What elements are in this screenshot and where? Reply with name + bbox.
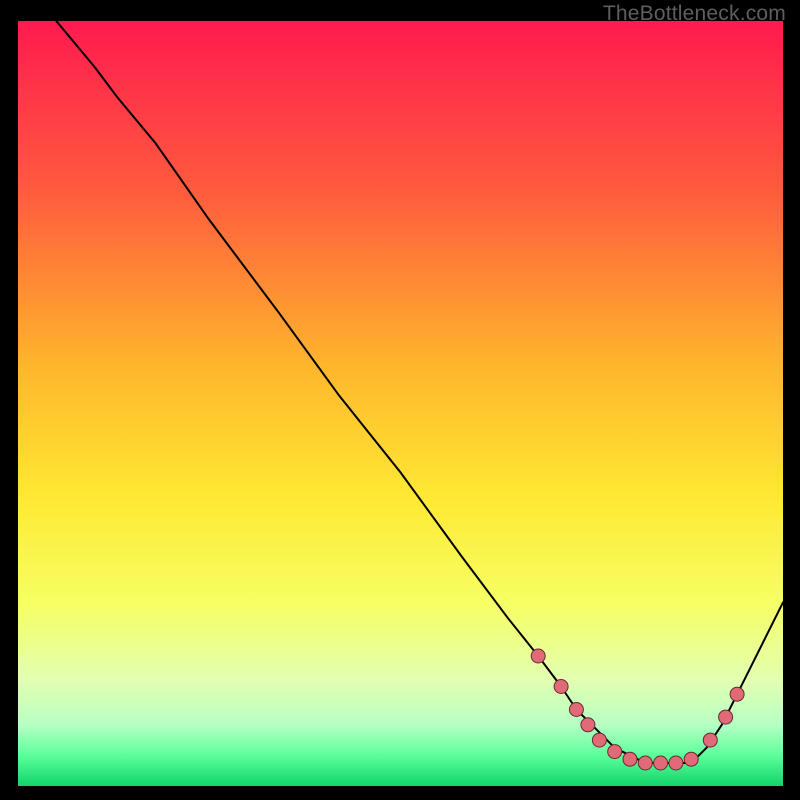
marker-point — [730, 687, 744, 701]
marker-point — [554, 680, 568, 694]
marker-point — [623, 752, 637, 766]
plot-area — [18, 21, 783, 786]
marker-point — [638, 756, 652, 770]
marker-point — [531, 649, 545, 663]
chart-background — [18, 21, 783, 786]
marker-point — [654, 756, 668, 770]
marker-point — [719, 710, 733, 724]
chart-svg — [18, 21, 783, 786]
marker-point — [703, 733, 717, 747]
marker-point — [608, 745, 622, 759]
chart-root: { "watermark": "TheBottleneck.com", "cha… — [0, 0, 800, 800]
watermark-text: TheBottleneck.com — [603, 2, 786, 26]
marker-point — [581, 718, 595, 732]
marker-point — [669, 756, 683, 770]
marker-point — [684, 752, 698, 766]
marker-point — [592, 733, 606, 747]
marker-point — [569, 703, 583, 717]
